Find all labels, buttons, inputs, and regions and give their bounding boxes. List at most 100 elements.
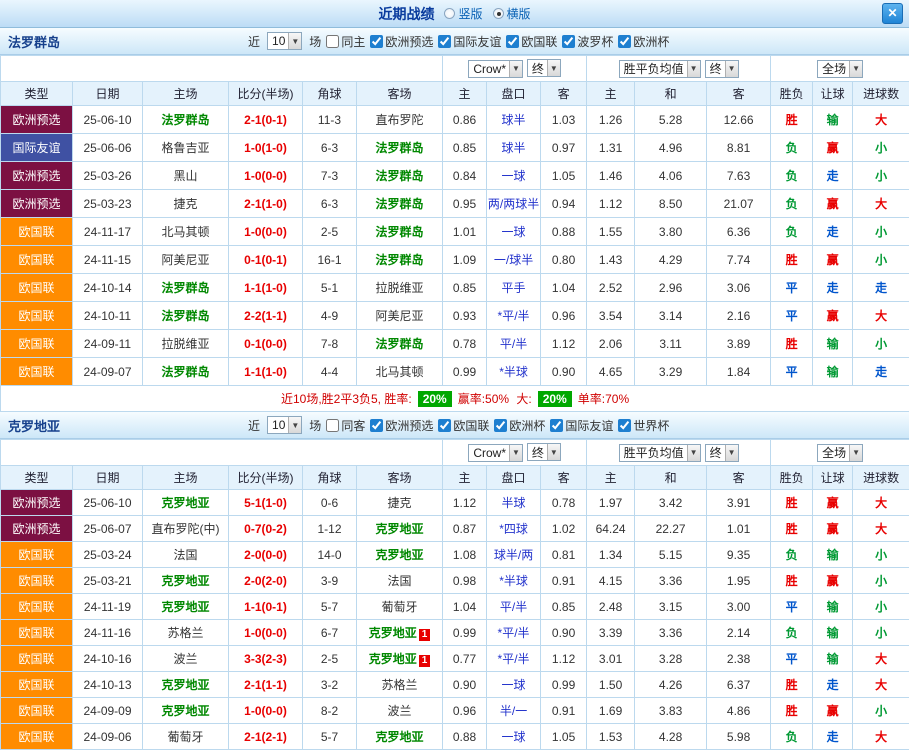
avg-draw-odds: 3.83 [635,698,707,724]
overunder-result: 小 [853,134,909,162]
competition-checkbox[interactable] [370,419,383,432]
asian-handicap-line: *平/半 [487,646,541,672]
competition-checkbox-label[interactable]: 国际友谊 [438,33,501,50]
handicap-result: 输 [813,106,853,134]
competition-checkbox-label[interactable]: 波罗杯 [562,33,613,50]
column-header-row: 类型日期主场比分(半场)角球客场主盘口客主和客胜负让球进球数 [1,466,909,490]
asian-away-odds: 0.99 [541,672,587,698]
competition-checkbox[interactable] [438,35,451,48]
same-venue-checkbox[interactable] [326,419,339,432]
avg-win-odds: 1.12 [587,190,635,218]
match-row: 欧洲预选25-06-07直布罗陀(中)0-7(0-2)1-12克罗地亚0.87*… [1,516,909,542]
handicap-time-select[interactable]: 终▼ [527,443,561,461]
scope-select[interactable]: 全场▼ [817,444,863,462]
handicap-result: 赢 [813,698,853,724]
bookmaker-select[interactable]: Crow*▼ [468,444,523,462]
handicap-result: 输 [813,620,853,646]
avg-time-select[interactable]: 终▼ [705,444,739,462]
dropdown-row: Crow*▼终▼胜平负均值▼终▼全场▼ [1,440,909,466]
match-row: 欧国联24-10-13克罗地亚2-1(1-1)3-2苏格兰0.90一球0.991… [1,672,909,698]
competition-checkbox-label[interactable]: 世界杯 [618,417,669,434]
avg-odds-select[interactable]: 胜平负均值▼ [619,60,701,78]
match-row: 欧国联24-11-15阿美尼亚0-1(0-1)16-1法罗群岛1.09一/球半0… [1,246,909,274]
competition-checkbox-label[interactable]: 欧洲杯 [494,417,545,434]
overunder-result: 走 [853,358,909,386]
handicap-result: 赢 [813,190,853,218]
asian-away-odds: 0.88 [541,218,587,246]
summary-cell: 近10场,胜2平3负5, 胜率:20%赢率:50% 大:20%单率:70% [1,386,909,412]
corners: 6-3 [303,190,357,218]
match-score: 1-0(0-0) [229,162,303,190]
overunder-result: 小 [853,542,909,568]
column-header: 主场 [143,82,229,106]
column-header: 客 [707,82,771,106]
match-type: 欧洲预选 [1,516,73,542]
asian-handicap-line: *四球 [487,516,541,542]
avg-time-select[interactable]: 终▼ [705,60,739,78]
handicap-time-select[interactable]: 终▼ [527,59,561,77]
win-rate-badge: 20% [418,391,452,407]
competition-checkbox[interactable] [506,35,519,48]
match-score: 2-0(0-0) [229,542,303,568]
close-button[interactable]: ✕ [882,3,903,24]
home-team: 北马其顿 [143,218,229,246]
same-venue-checkbox-label[interactable]: 同主 [326,33,365,50]
match-type: 欧国联 [1,698,73,724]
chevron-down-icon: ▼ [849,445,862,461]
away-team: 直布罗陀 [357,106,443,134]
avg-win-odds: 64.24 [587,516,635,542]
home-team: 克罗地亚 [143,594,229,620]
competition-checkbox[interactable] [438,419,451,432]
match-date: 24-10-13 [73,672,143,698]
vertical-radio-label: 竖版 [458,5,482,22]
column-header: 和 [635,82,707,106]
competition-checkbox-label[interactable]: 国际友谊 [550,417,613,434]
asian-away-odds: 1.03 [541,106,587,134]
home-team: 法罗群岛 [143,106,229,134]
match-count-select[interactable]: 10▼ [267,416,302,434]
competition-checkbox[interactable] [562,35,575,48]
competition-checkbox-label[interactable]: 欧洲预选 [370,33,433,50]
column-header: 日期 [73,82,143,106]
scope-select-value: 全场 [822,444,846,461]
overunder-result: 走 [853,274,909,302]
bookmaker-select[interactable]: Crow*▼ [468,60,523,78]
competition-checkbox[interactable] [618,419,631,432]
asian-handicap-line: 一/球半 [487,246,541,274]
avg-lose-odds: 8.81 [707,134,771,162]
column-header: 盘口 [487,82,541,106]
competition-checkbox-label[interactable]: 欧洲杯 [618,33,669,50]
asian-home-odds: 0.78 [443,330,487,358]
match-result: 胜 [771,490,813,516]
layout-vertical-radio[interactable]: 竖版 [444,5,482,22]
asian-home-odds: 0.98 [443,568,487,594]
handicap-result: 输 [813,594,853,620]
same-venue-checkbox-label[interactable]: 同客 [326,417,365,434]
competition-checkbox[interactable] [550,419,563,432]
competition-checkbox[interactable] [494,419,507,432]
asian-away-odds: 1.02 [541,516,587,542]
avg-win-odds: 1.43 [587,246,635,274]
match-date: 25-06-07 [73,516,143,542]
match-score: 2-1(1-0) [229,190,303,218]
match-result: 平 [771,594,813,620]
competition-checkbox-label[interactable]: 欧国联 [506,33,557,50]
match-count-select[interactable]: 10▼ [267,32,302,50]
avg-odds-select[interactable]: 胜平负均值▼ [619,444,701,462]
column-header: 让球 [813,466,853,490]
home-team: 苏格兰 [143,620,229,646]
scope-select[interactable]: 全场▼ [817,60,863,78]
same-venue-checkbox[interactable] [326,35,339,48]
corners: 4-9 [303,302,357,330]
layout-horizontal-radio[interactable]: 横版 [493,5,531,22]
match-date: 25-06-10 [73,106,143,134]
competition-checkbox-label[interactable]: 欧洲预选 [370,417,433,434]
competition-checkbox-label[interactable]: 欧国联 [438,417,489,434]
match-row: 欧国联24-09-06葡萄牙2-1(2-1)5-7克罗地亚0.88一球1.051… [1,724,909,750]
avg-draw-odds: 5.28 [635,106,707,134]
competition-checkbox[interactable] [370,35,383,48]
avg-win-odds: 2.06 [587,330,635,358]
competition-checkbox[interactable] [618,35,631,48]
chevron-down-icon: ▼ [725,61,738,77]
home-team: 克罗地亚 [143,568,229,594]
